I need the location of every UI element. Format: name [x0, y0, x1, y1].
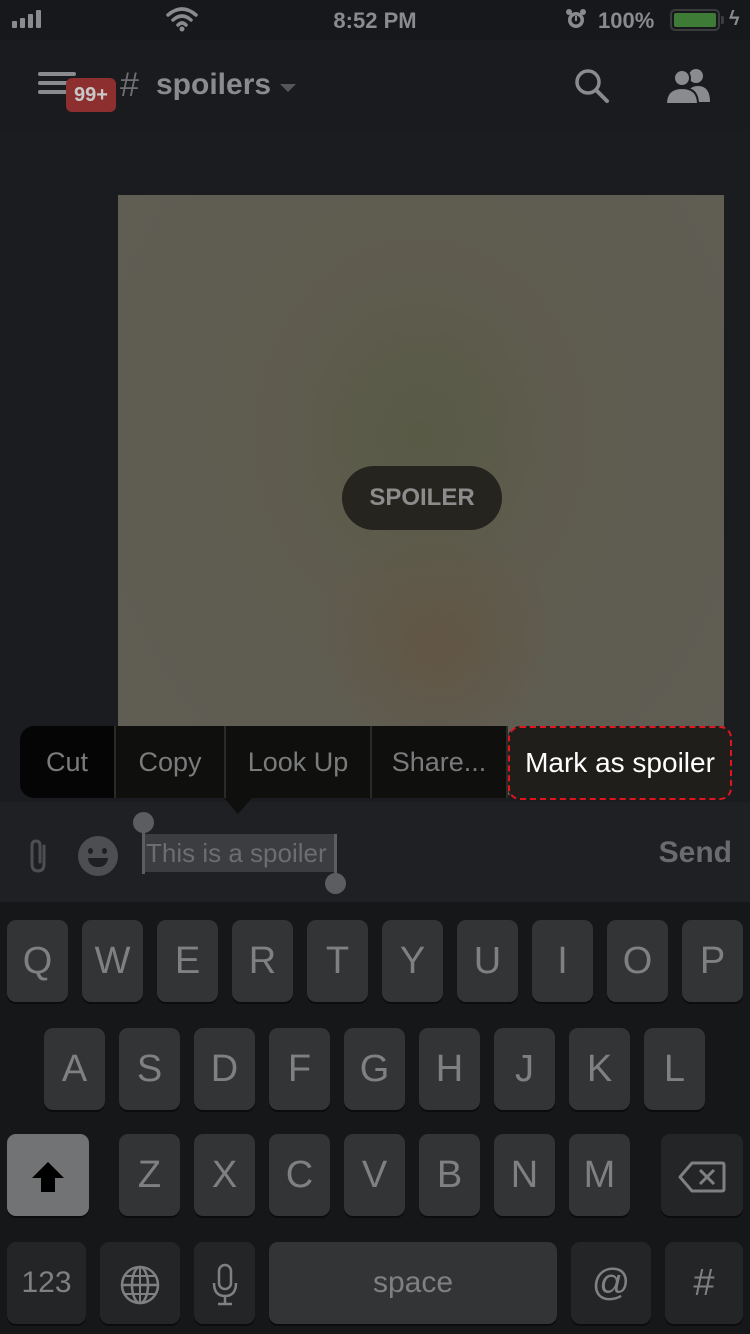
key-q[interactable]: Q: [7, 920, 68, 1002]
key-o[interactable]: O: [607, 920, 668, 1002]
selection-start-handle[interactable]: [133, 812, 154, 874]
spoiler-overlay-label[interactable]: SPOILER: [342, 466, 502, 530]
channel-hash-icon: #: [120, 66, 139, 104]
backspace-icon: [678, 1161, 726, 1193]
globe-icon: [120, 1265, 160, 1305]
message-composer: Send: [0, 802, 750, 902]
key-p[interactable]: P: [682, 920, 743, 1002]
delete-key[interactable]: [661, 1134, 743, 1216]
key-w[interactable]: W: [82, 920, 143, 1002]
microphone-icon: [212, 1263, 237, 1306]
key-c[interactable]: C: [269, 1134, 330, 1216]
menu-item-cut[interactable]: Cut: [20, 726, 116, 798]
key-g[interactable]: G: [344, 1028, 405, 1110]
key-i[interactable]: I: [532, 920, 593, 1002]
key-r[interactable]: R: [232, 920, 293, 1002]
screen: 8:52 PM 100% ϟ 99+ # spoilers SPOILER Cu…: [0, 0, 750, 1334]
channel-header: 99+ # spoilers: [0, 40, 750, 130]
hash-key[interactable]: #: [665, 1242, 743, 1324]
menu-item-look-up[interactable]: Look Up: [226, 726, 372, 798]
menu-item-mark-as-spoiler[interactable]: Mark as spoiler: [508, 726, 732, 800]
keyboard: Q W E R T Y U I O P A S D F G H J K L Z …: [0, 902, 750, 1334]
key-a[interactable]: A: [44, 1028, 105, 1110]
key-e[interactable]: E: [157, 920, 218, 1002]
channel-name[interactable]: spoilers: [156, 68, 271, 102]
numbers-key[interactable]: 123: [7, 1242, 86, 1324]
key-h[interactable]: H: [419, 1028, 480, 1110]
key-d[interactable]: D: [194, 1028, 255, 1110]
battery-tip: [721, 16, 724, 24]
shift-arrow-icon: [32, 1161, 64, 1192]
key-t[interactable]: T: [307, 920, 368, 1002]
status-bar: 8:52 PM 100% ϟ: [0, 0, 750, 40]
key-u[interactable]: U: [457, 920, 518, 1002]
key-s[interactable]: S: [119, 1028, 180, 1110]
message-input[interactable]: [144, 834, 336, 872]
members-icon[interactable]: [664, 66, 714, 106]
battery-percent: 100%: [598, 8, 655, 33]
chevron-down-icon[interactable]: [280, 84, 296, 92]
search-icon[interactable]: [572, 66, 612, 106]
key-j[interactable]: J: [494, 1028, 555, 1110]
unread-badge: 99+: [66, 78, 116, 112]
key-v[interactable]: V: [344, 1134, 405, 1216]
key-k[interactable]: K: [569, 1028, 630, 1110]
alarm-icon: [566, 9, 586, 28]
send-button[interactable]: Send: [659, 836, 732, 870]
key-n[interactable]: N: [494, 1134, 555, 1216]
key-z[interactable]: Z: [119, 1134, 180, 1216]
menu-pointer: [224, 798, 252, 814]
paperclip-icon[interactable]: [24, 838, 54, 874]
microphone-key[interactable]: [194, 1242, 255, 1324]
space-key[interactable]: space: [269, 1242, 557, 1324]
text-edit-menu: Cut Copy Look Up Share... Mark as spoile…: [20, 726, 732, 800]
emoji-icon[interactable]: [78, 836, 118, 876]
selection-end-handle[interactable]: [325, 834, 346, 894]
at-key[interactable]: @: [571, 1242, 651, 1324]
key-y[interactable]: Y: [382, 920, 443, 1002]
key-x[interactable]: X: [194, 1134, 255, 1216]
shift-key[interactable]: [7, 1134, 89, 1216]
globe-key[interactable]: [100, 1242, 180, 1324]
menu-item-copy[interactable]: Copy: [116, 726, 226, 798]
battery-icon: [670, 9, 720, 31]
key-m[interactable]: M: [569, 1134, 630, 1216]
charging-bolt-icon: ϟ: [729, 8, 740, 30]
key-l[interactable]: L: [644, 1028, 705, 1110]
key-b[interactable]: B: [419, 1134, 480, 1216]
menu-item-share[interactable]: Share...: [372, 726, 508, 798]
key-f[interactable]: F: [269, 1028, 330, 1110]
battery-fill: [674, 13, 716, 27]
